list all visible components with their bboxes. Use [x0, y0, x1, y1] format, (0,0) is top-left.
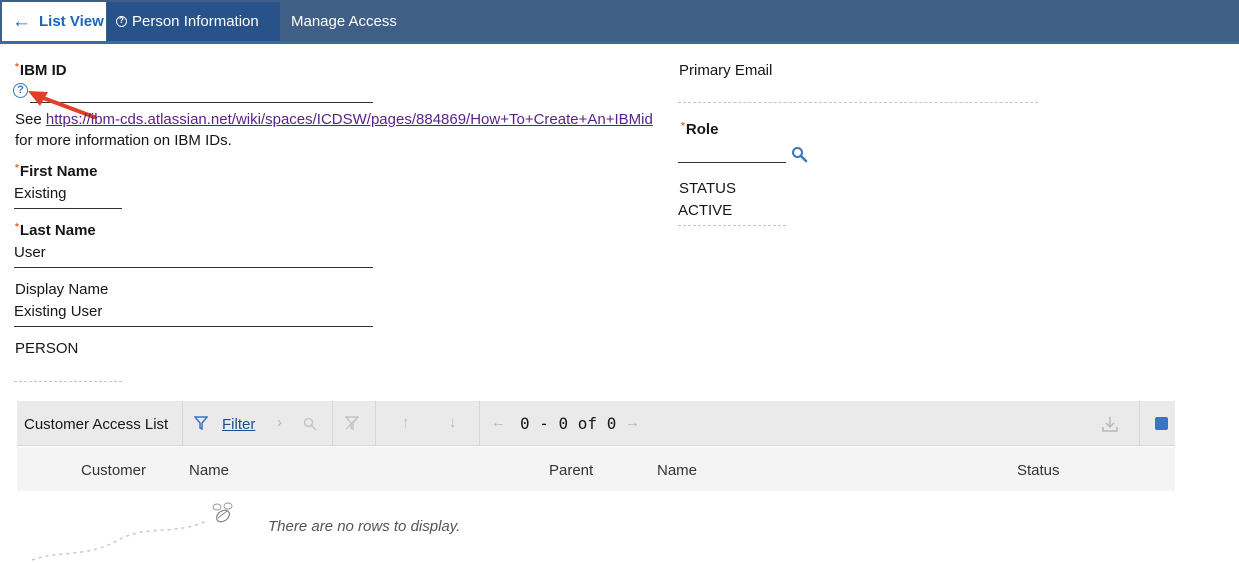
person-label: PERSON: [15, 340, 79, 357]
arrow-down-icon[interactable]: ↓: [449, 414, 457, 431]
search-icon[interactable]: [791, 146, 808, 163]
ibm-id-label: *IBM ID: [15, 62, 67, 79]
column-header-parent[interactable]: Parent: [549, 462, 593, 479]
download-icon[interactable]: [1101, 415, 1119, 433]
tab-manage-access[interactable]: Manage Access: [291, 2, 397, 41]
bee-icon: [31, 502, 233, 561]
tab-person-information[interactable]: ? Person Information: [107, 2, 280, 41]
column-header-customer[interactable]: Customer: [81, 462, 146, 479]
column-header-parent-name[interactable]: Name: [657, 462, 697, 479]
status-label: STATUS: [679, 180, 736, 197]
last-name-label: *Last Name: [15, 222, 96, 239]
table-toolbar: Customer Access List Filter › ↑ ↓ ← 0 - …: [17, 401, 1175, 446]
next-page-icon[interactable]: →: [625, 414, 640, 431]
search-icon[interactable]: [303, 417, 317, 431]
filter-icon[interactable]: [194, 416, 208, 430]
tab-manage-access-label: Manage Access: [291, 13, 397, 30]
tab-list-view-label: List View: [39, 13, 104, 30]
ibm-id-note: See https://ibm-cds.atlassian.net/wiki/s…: [15, 111, 653, 149]
table-header: Customer Name Parent Name Status: [17, 447, 1175, 491]
empty-table-message: There are no rows to display.: [268, 518, 461, 535]
display-name-field[interactable]: Existing User: [14, 303, 373, 327]
role-input[interactable]: [678, 162, 786, 163]
column-header-customer-name[interactable]: Name: [189, 462, 229, 479]
tab-bar: ← List View ? Person Information Manage …: [0, 0, 1239, 44]
first-name-field[interactable]: Existing: [14, 185, 122, 209]
chevron-right-icon[interactable]: ›: [277, 414, 282, 431]
table-title: Customer Access List: [24, 416, 169, 433]
primary-email-label: Primary Email: [679, 62, 773, 79]
arrow-up-icon[interactable]: ↑: [402, 414, 410, 431]
first-name-label: *First Name: [15, 163, 98, 180]
required-marker: *: [15, 62, 19, 73]
display-name-label: Display Name: [15, 281, 109, 298]
column-header-status[interactable]: Status: [1017, 462, 1060, 479]
previous-page-icon[interactable]: ←: [491, 414, 506, 431]
last-name-field[interactable]: User: [14, 244, 373, 268]
tab-list-view[interactable]: ← List View: [2, 2, 106, 41]
primary-email-field: [678, 102, 1038, 103]
collapse-table-icon[interactable]: [1155, 417, 1168, 430]
pager-text: 0 - 0 of 0: [520, 414, 617, 433]
filter-link[interactable]: Filter: [222, 416, 255, 433]
tab-person-information-label: Person Information: [132, 13, 259, 30]
back-arrow-icon: ←: [12, 10, 31, 32]
help-icon: ?: [116, 16, 127, 27]
status-value: ACTIVE: [678, 202, 786, 226]
ibmid-help-link[interactable]: https://ibm-cds.atlassian.net/wiki/space…: [46, 111, 653, 128]
person-field: [14, 381, 122, 382]
clear-filter-icon[interactable]: [345, 416, 359, 430]
role-label: *Role: [681, 121, 719, 138]
